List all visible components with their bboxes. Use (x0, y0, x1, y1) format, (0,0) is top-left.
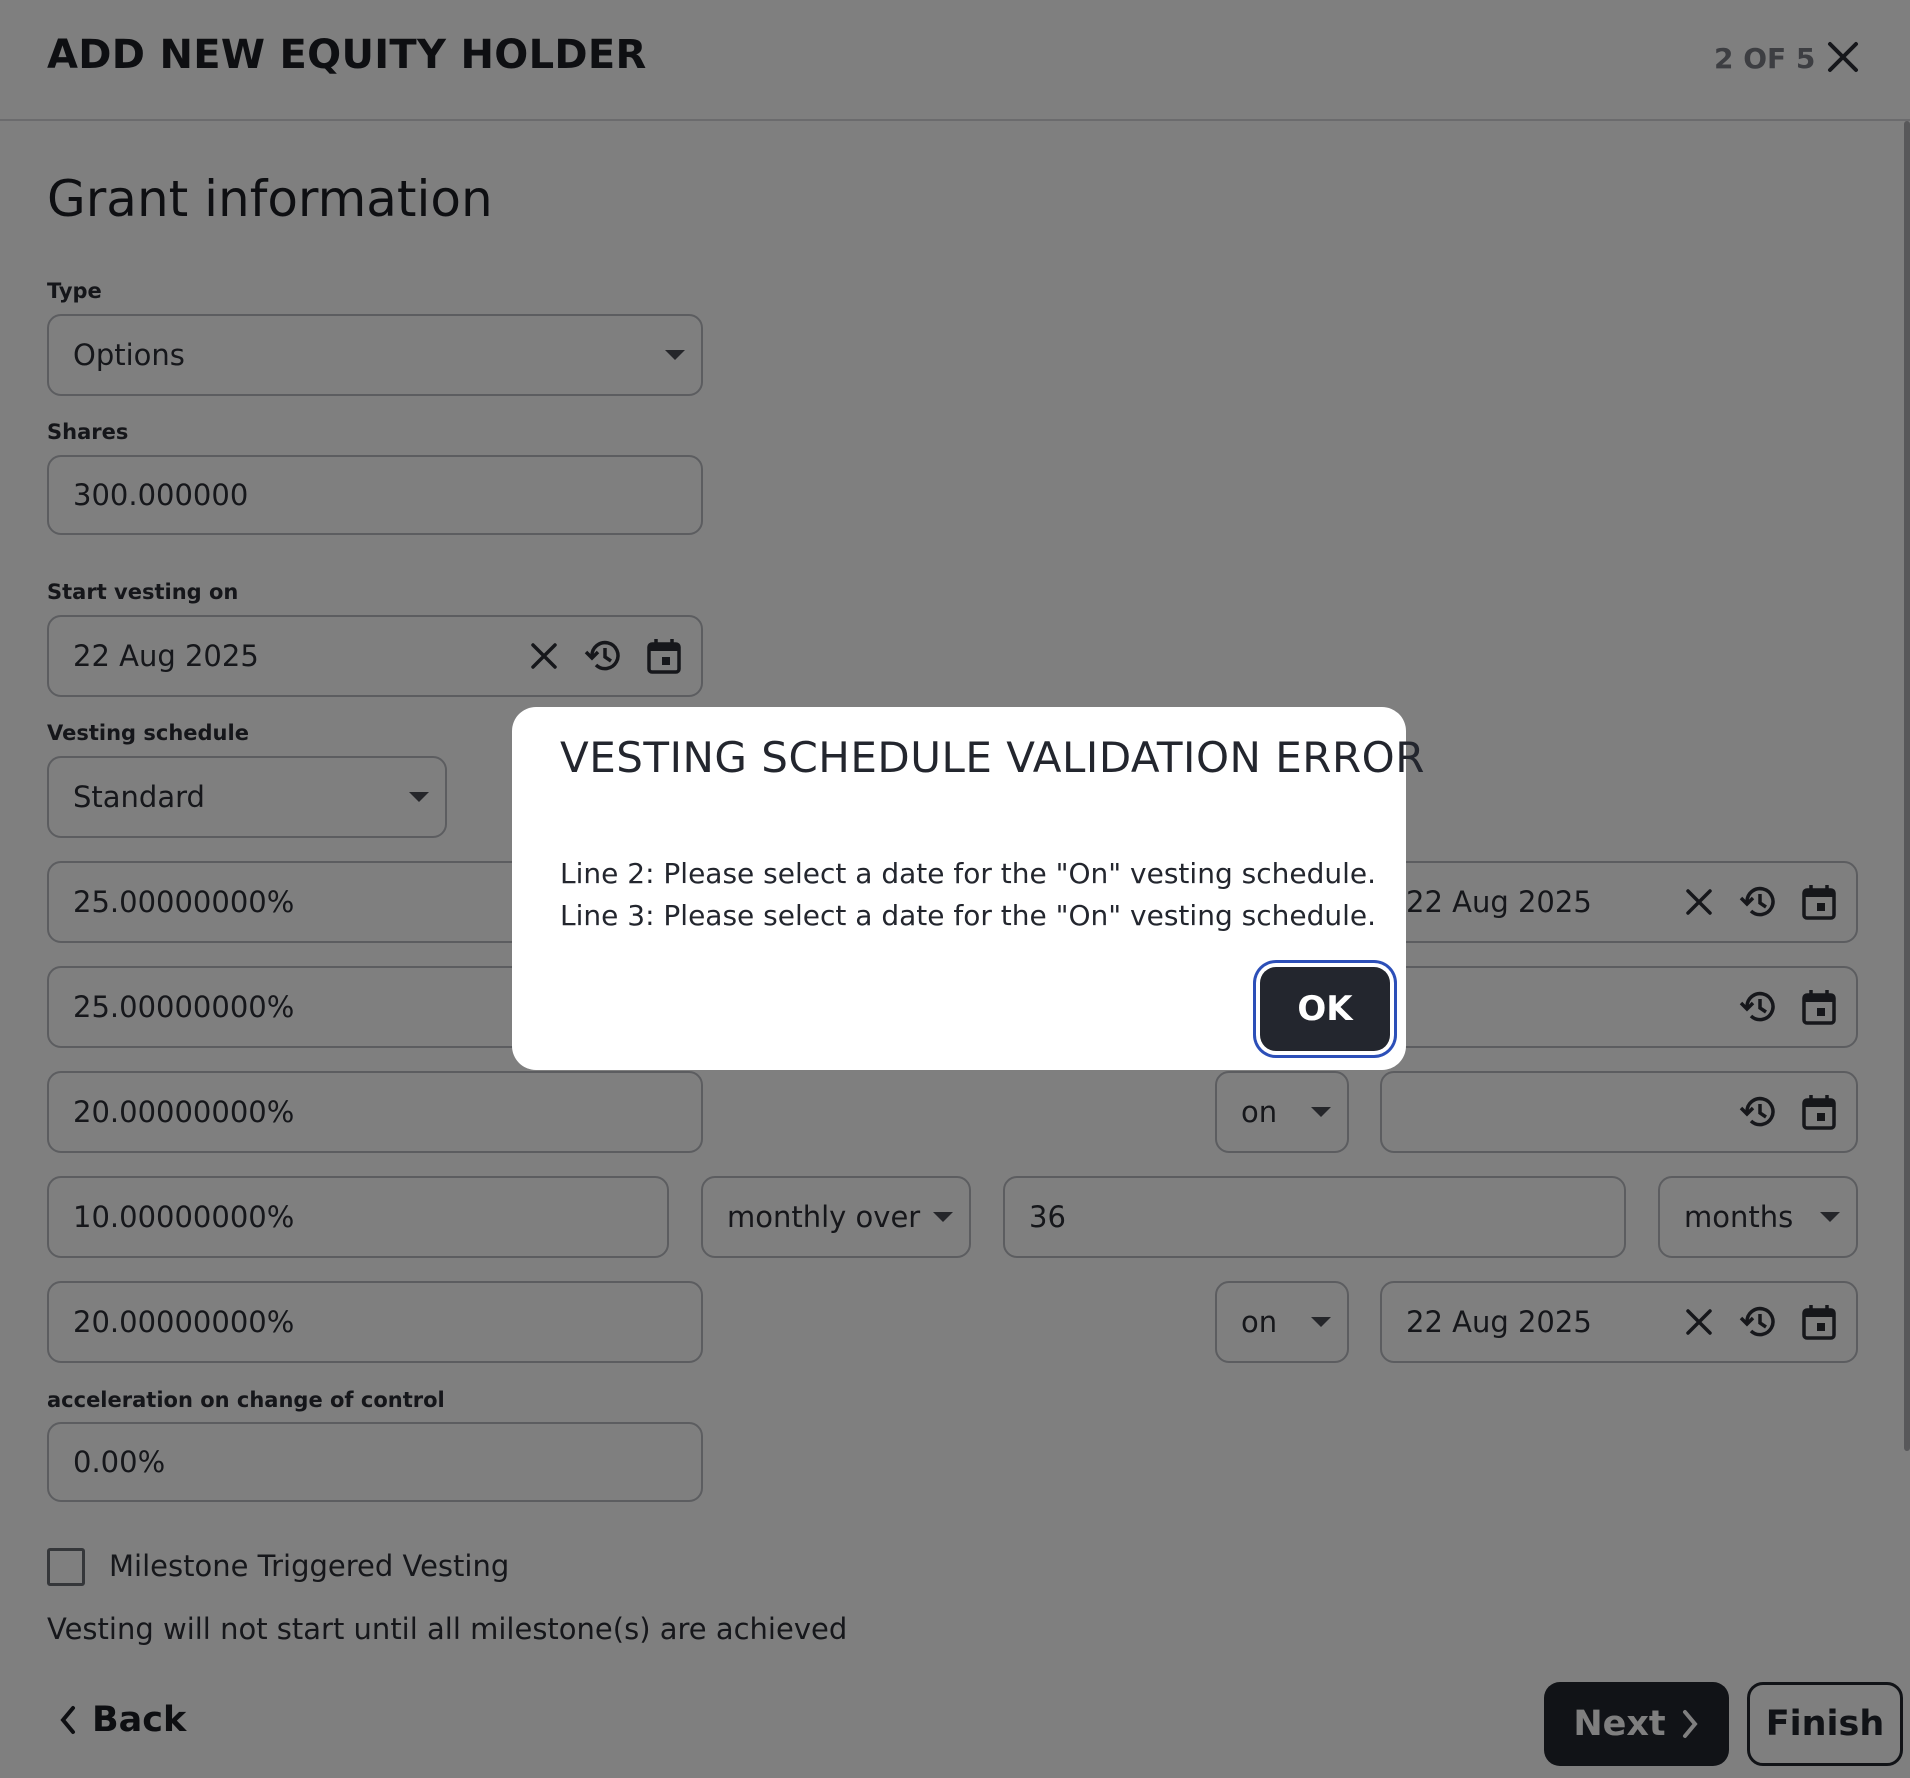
modal-error-line: Line 3: Please select a date for the "On… (560, 899, 1376, 932)
ok-button[interactable]: OK (1260, 967, 1390, 1051)
validation-error-modal: VESTING SCHEDULE VALIDATION ERROR Line 2… (512, 707, 1424, 1070)
modal-error-line: Line 2: Please select a date for the "On… (560, 857, 1376, 890)
ok-label: OK (1297, 989, 1353, 1029)
modal-title: VESTING SCHEDULE VALIDATION ERROR (560, 733, 1425, 782)
